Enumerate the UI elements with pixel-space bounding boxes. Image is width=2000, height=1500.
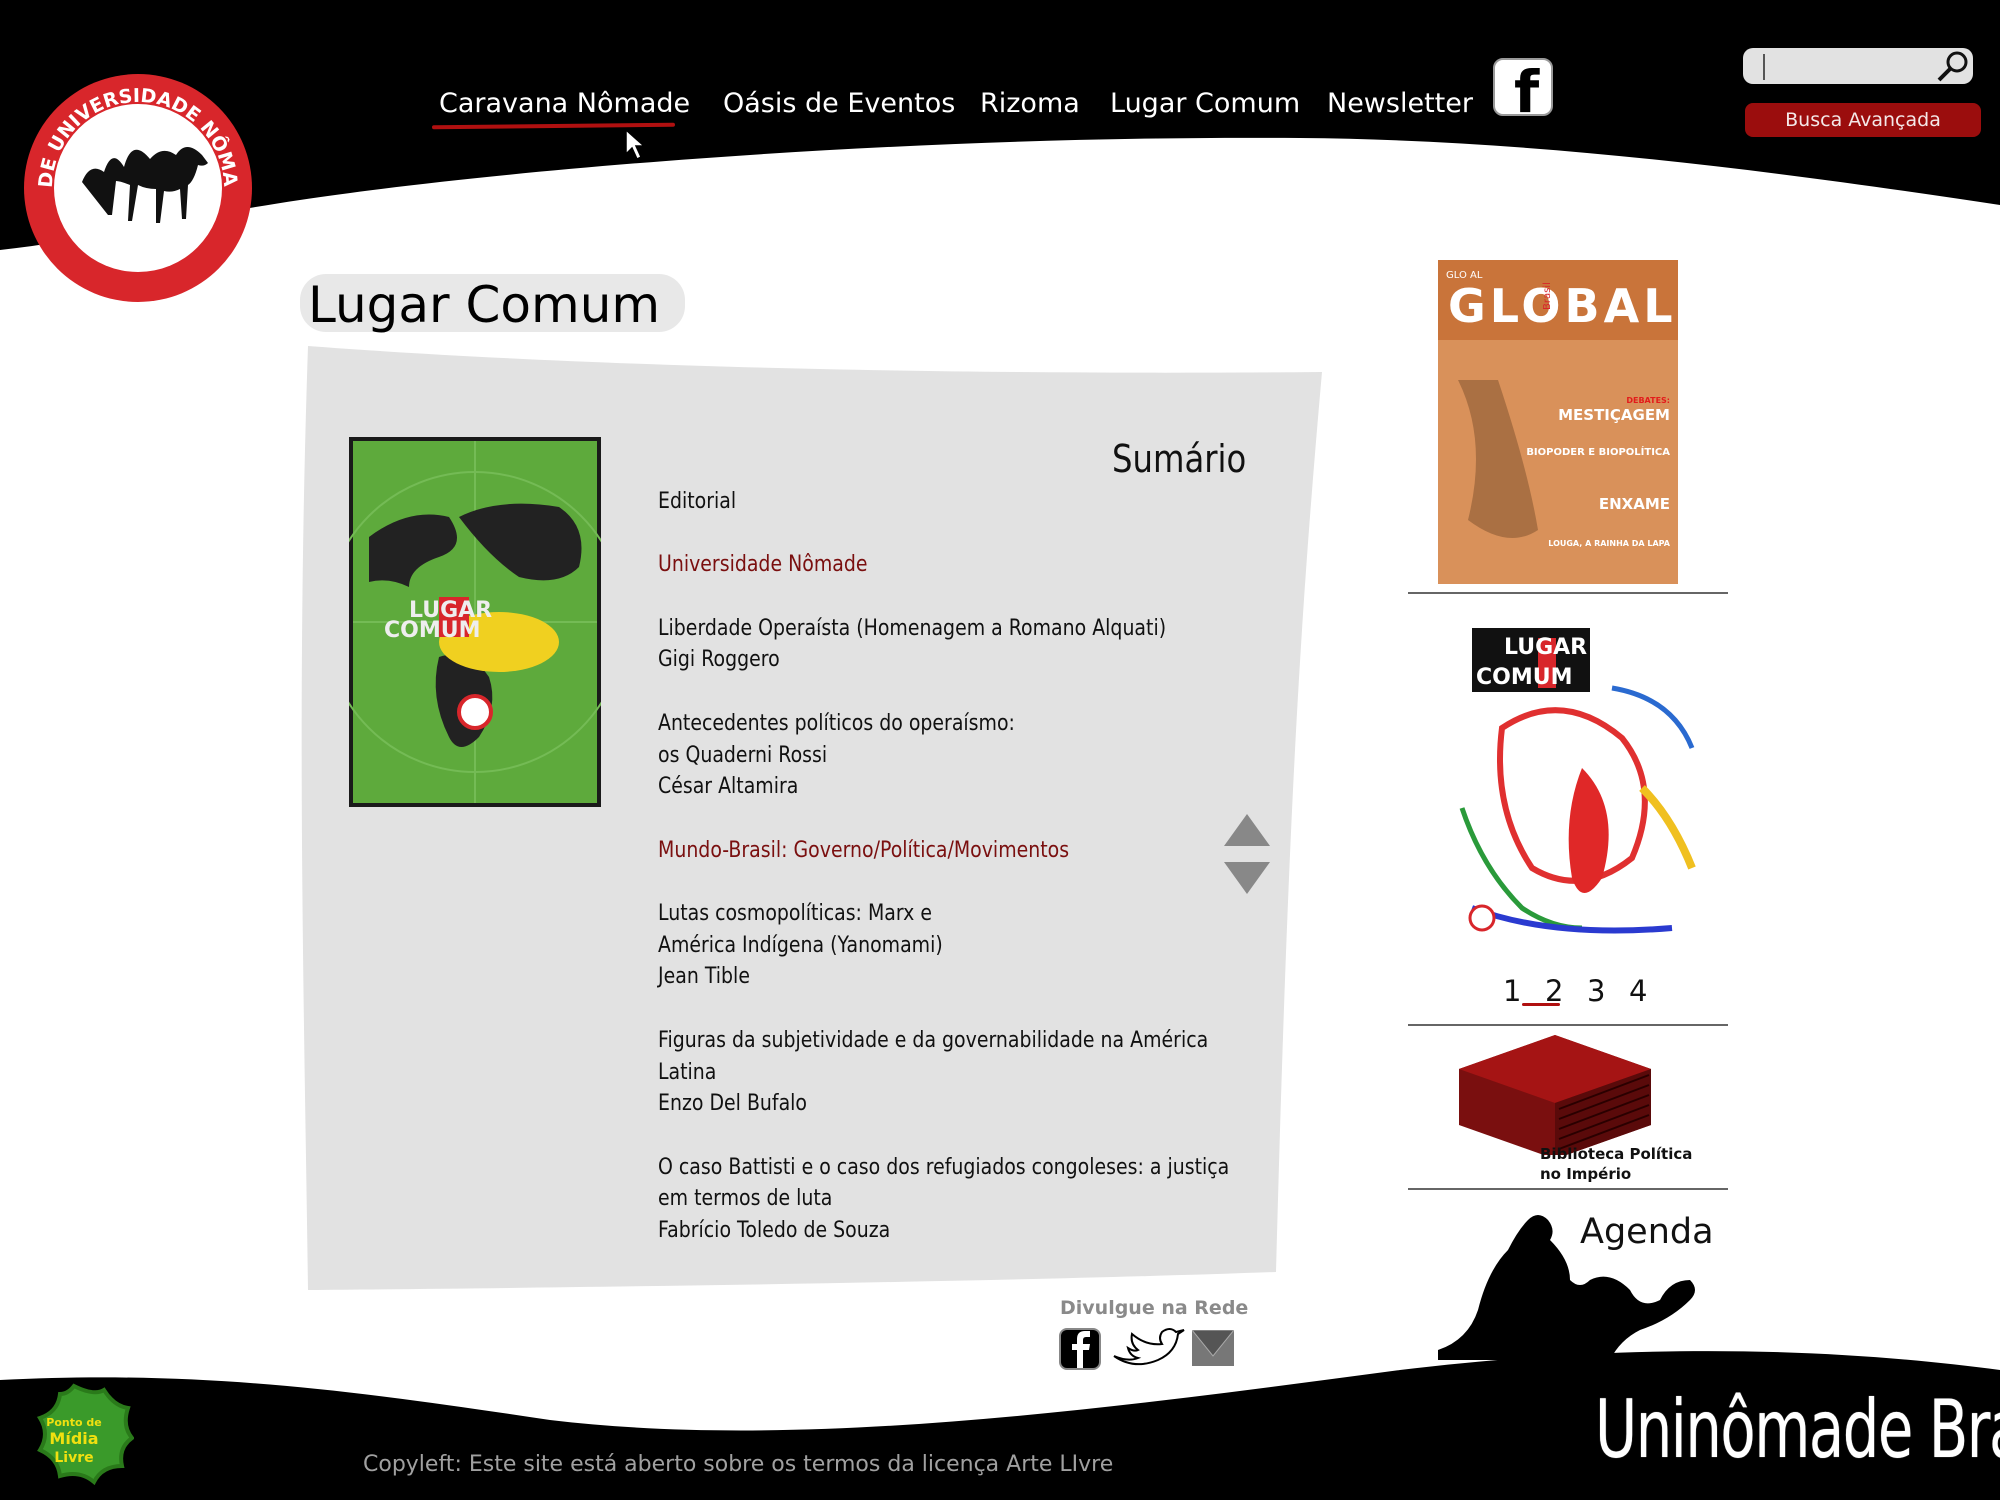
toc-entry[interactable]: Lutas cosmopolíticas: Marx e América Indí… <box>658 898 1174 993</box>
page-4[interactable]: 4 <box>1629 974 1647 1008</box>
toc-entry[interactable]: O caso Battisti e o caso dos refugiados … <box>658 1152 1230 1247</box>
facebook-icon[interactable]: f <box>1493 58 1553 126</box>
advanced-search-button[interactable]: Busca Avançada <box>1745 103 1981 137</box>
page-1[interactable]: 1 <box>1503 974 1521 1008</box>
toc-line: Antecedentes políticos do operaísmo: <box>658 710 1015 736</box>
toc-line: Figuras da subjetividade e da governabil… <box>658 1027 1209 1053</box>
toc-section-link[interactable]: Mundo-Brasil: Governo/Política/Movimento… <box>658 835 1174 867</box>
book-icon[interactable] <box>1455 1035 1655 1155</box>
lugar-comum-cover-image[interactable]: LUGAR COMUM <box>349 437 601 807</box>
toc-line: Fabrício Toledo de Souza <box>658 1218 891 1244</box>
summary-heading: Sumário <box>1112 437 1247 481</box>
toc-line: Enzo Del Bufalo <box>658 1091 808 1117</box>
sidebar-divider <box>1408 592 1728 594</box>
toc-line: Latina <box>658 1059 717 1085</box>
search-input[interactable] <box>1763 54 1941 80</box>
cover-title-bottom: COMUM <box>384 618 481 643</box>
toc-entry[interactable]: Editorial <box>658 486 1174 518</box>
share-label: Divulgue na Rede <box>1060 1297 1249 1319</box>
toc-line: os Quaderni Rossi <box>658 742 828 768</box>
svg-text:Livre: Livre <box>54 1450 93 1466</box>
table-of-contents: Editorial Universidade Nômade Liberdade Op… <box>658 486 1230 1278</box>
global-headline-1: DEBATES: <box>1626 396 1670 405</box>
biblioteca-politica-label[interactable]: Biblioteca Política no Império <box>1540 1144 1692 1184</box>
toc-entry[interactable]: Figuras da subjetividade e da governabil… <box>658 1025 1209 1120</box>
svg-text:Ponto de: Ponto de <box>46 1416 101 1429</box>
toc-line: Mundo-Brasil: Governo/Política/Movimento… <box>658 837 1070 863</box>
scroll-down-arrow-icon[interactable] <box>1222 860 1272 896</box>
global-headline-3: BIOPODER E BIOPOLÍTICA <box>1526 445 1670 458</box>
global-cover-subtitle: Brasil <box>1542 282 1553 310</box>
toc-line: Gigi Roggero <box>658 647 780 673</box>
toc-entry[interactable]: Liberdade Operaísta (Homenagem a Romano … <box>658 613 1174 676</box>
ponto-de-midia-livre-logo[interactable]: Ponto de Mídia Livre <box>14 1382 134 1498</box>
nav-newsletter[interactable]: Newsletter <box>1327 88 1473 119</box>
toc-line: César Altamira <box>658 774 799 800</box>
toc-line: Editorial <box>658 489 737 514</box>
lugar-comum-sidebar-cover[interactable]: LUGAR COMUM <box>1442 608 1700 966</box>
svg-text:Mídia: Mídia <box>49 1429 98 1448</box>
toc-line: Liberdade Operaísta (Homenagem a Romano … <box>658 615 1167 641</box>
biblioteca-label-line2: no Império <box>1540 1165 1632 1183</box>
global-cover-title: GLOBAL <box>1448 279 1677 333</box>
global-magazine-cover[interactable]: GLO AL GLOBAL Brasil DEBATES: MESTIÇAGEM… <box>1438 260 1678 584</box>
search-icon[interactable] <box>1936 50 1970 82</box>
uninomade-brasil-brand[interactable]: Uninômade Brasil <box>1595 1383 2000 1476</box>
lugar-cover-title-top: LUGAR <box>1504 635 1587 660</box>
global-headline-4: ENXAME <box>1599 495 1670 513</box>
toc-entry[interactable]: Antecedentes políticos do operaísmo: os Q… <box>658 708 1174 803</box>
search-box <box>1743 48 1973 84</box>
toc-line: Jean Tible <box>658 964 750 990</box>
scroll-up-arrow-icon[interactable] <box>1222 812 1272 848</box>
copyleft-notice: Copyleft: Este site está aberto sobre os… <box>363 1452 1114 1477</box>
biblioteca-label-line1: Biblioteca Política <box>1540 1145 1693 1163</box>
active-page-underline <box>1522 1003 1560 1006</box>
sidebar-divider <box>1408 1024 1728 1026</box>
toc-line: Universidade Nômade <box>658 552 868 578</box>
sidebar-divider <box>1408 1188 1728 1190</box>
toc-line: O caso Battisti e o caso dos refugiados … <box>658 1154 1230 1180</box>
agenda-label[interactable]: Agenda <box>1580 1212 1714 1252</box>
global-headline-2: MESTIÇAGEM <box>1558 406 1670 424</box>
toc-line: em termos de luta <box>658 1186 833 1212</box>
lugar-cover-title-bottom: COMUM <box>1476 665 1573 690</box>
global-headline-5: LOUGA, A RAINHA DA LAPA <box>1548 539 1671 548</box>
page-3[interactable]: 3 <box>1587 974 1605 1008</box>
toc-line: América Indígena (Yanomami) <box>658 932 943 958</box>
toc-line: Lutas cosmopolíticas: Marx e <box>658 901 932 927</box>
toc-section-link[interactable]: Universidade Nômade <box>658 549 1174 581</box>
